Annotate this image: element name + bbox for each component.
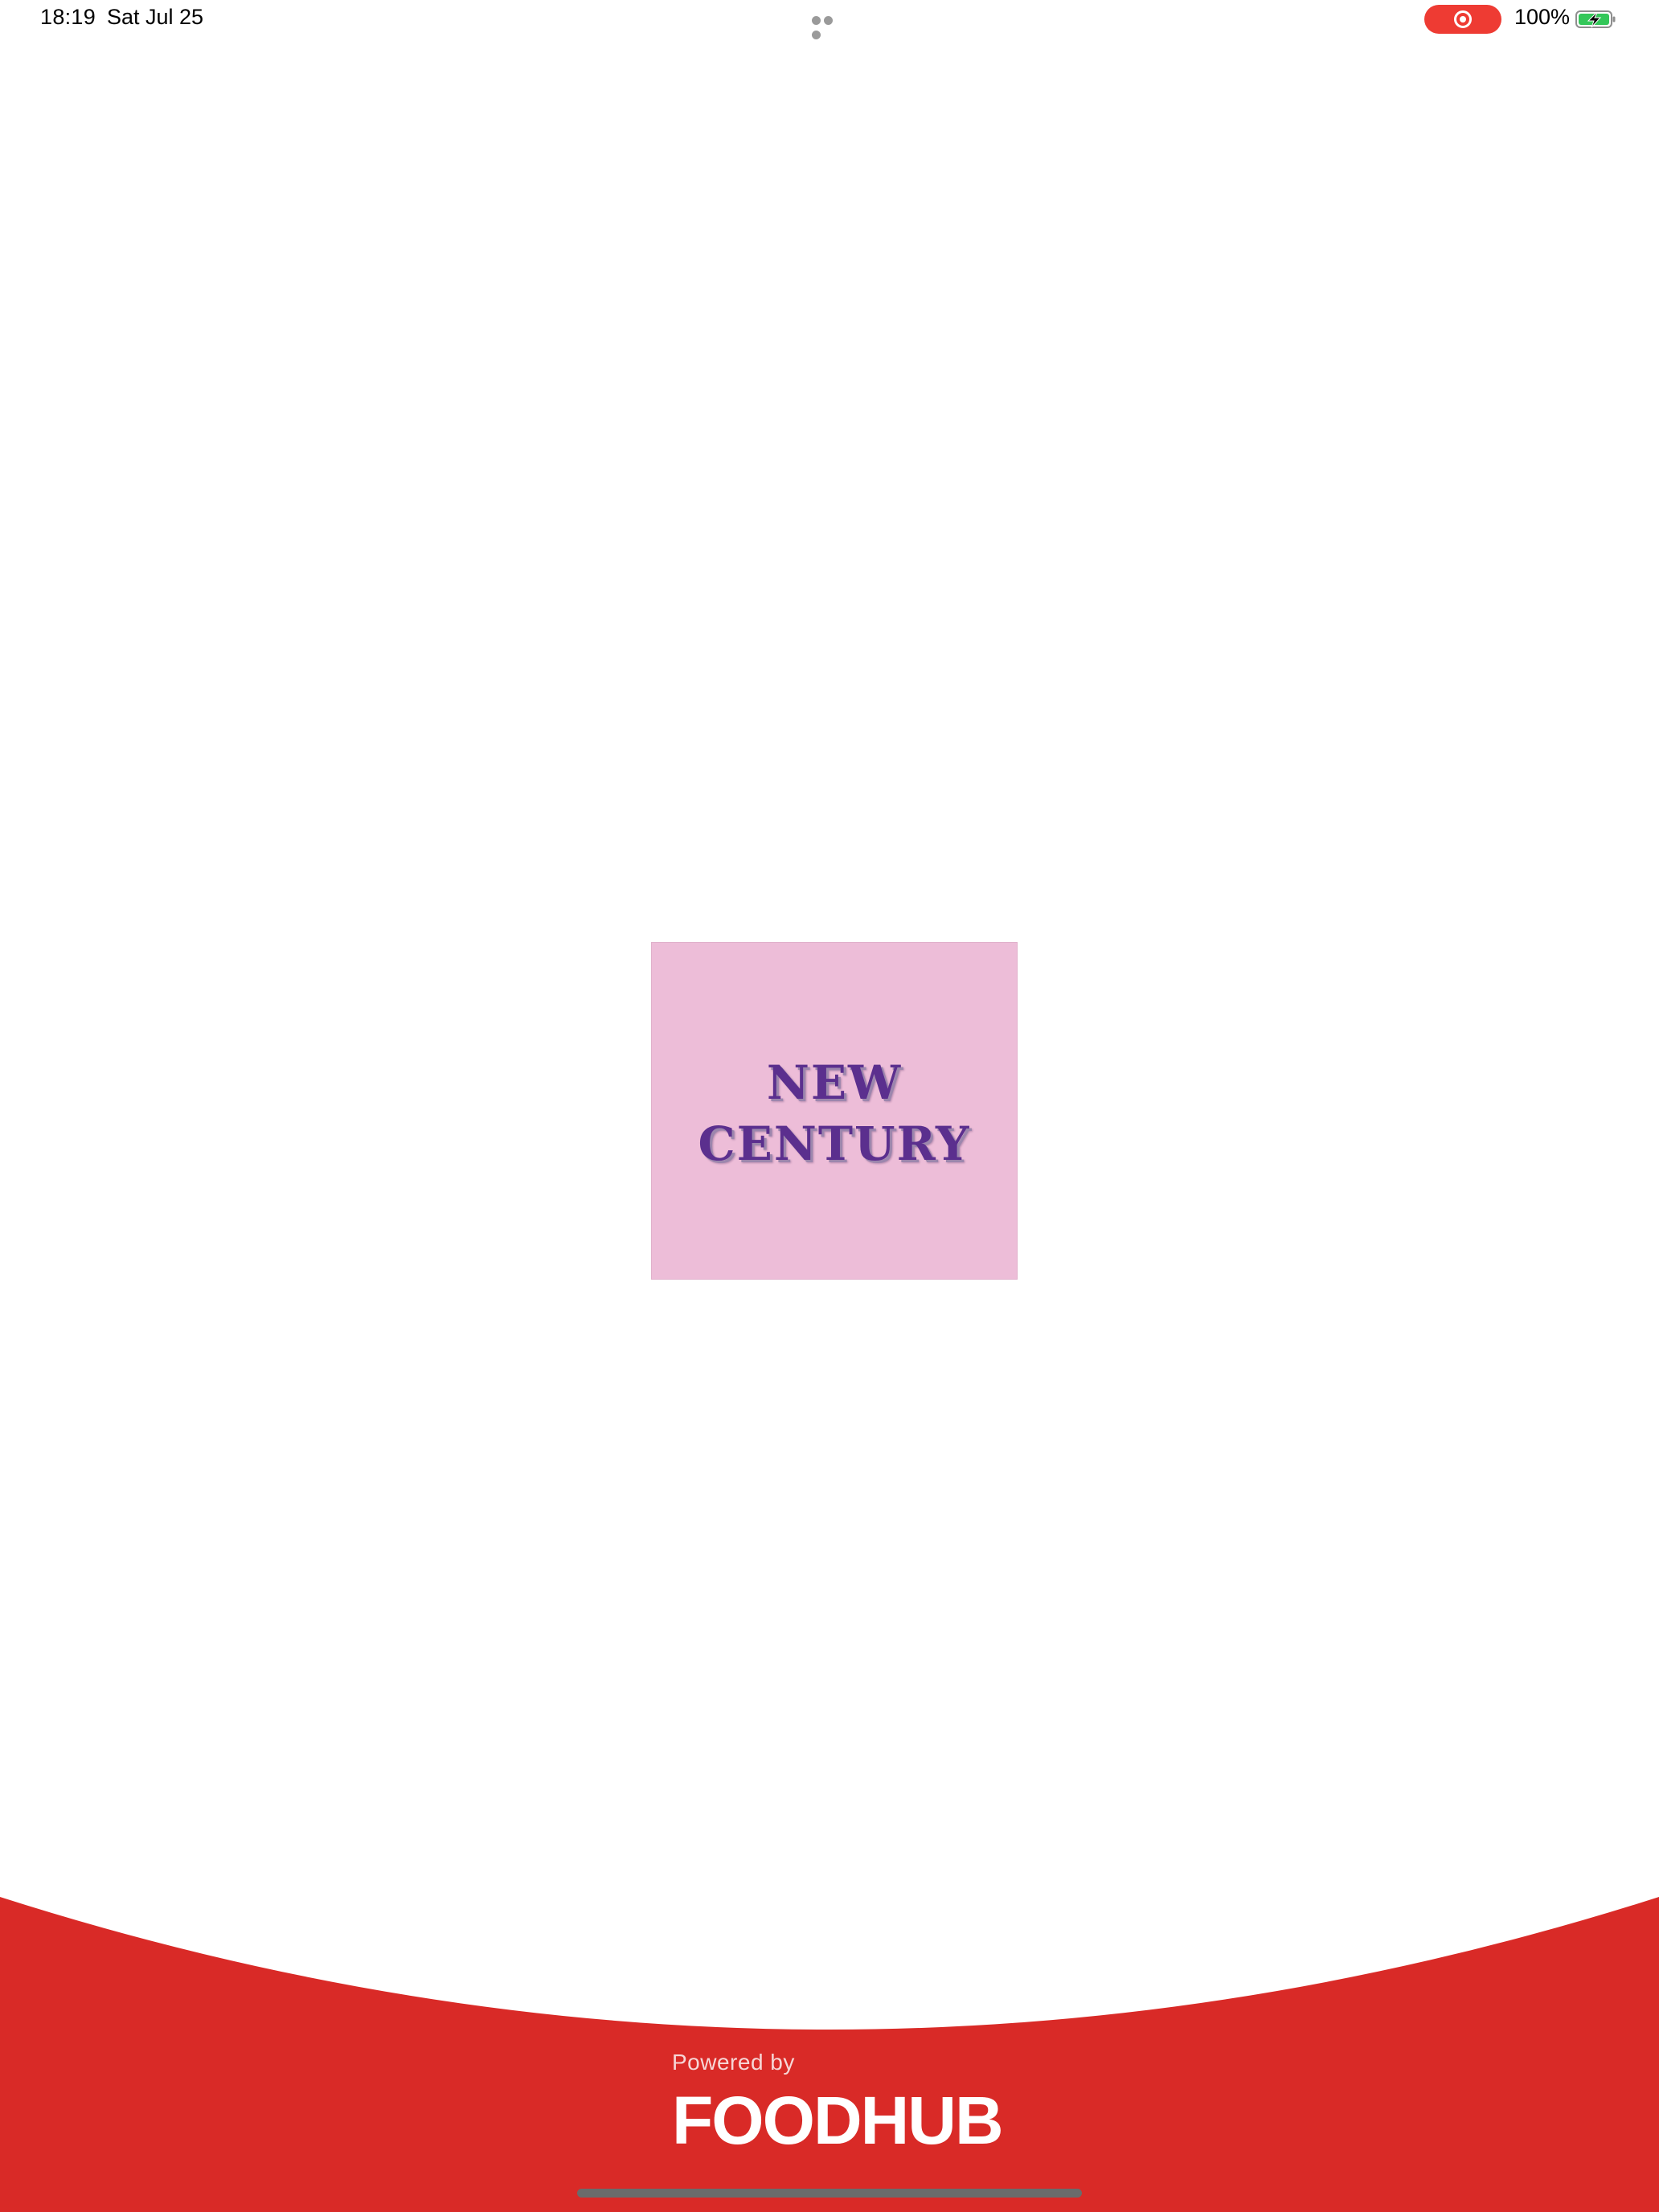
splash-screen: 18:19 Sat Jul 25 100% NEW CENTURY Powere… (0, 0, 1659, 2212)
battery-percentage: 100% (1514, 5, 1571, 29)
home-indicator[interactable] (577, 2189, 1082, 2198)
status-bar: 18:19 Sat Jul 25 100% (0, 0, 1659, 39)
foodhub-wordmark: FOODHUB (672, 2083, 1004, 2158)
logo-text-line-1: NEW (766, 1055, 903, 1110)
screen-recording-indicator[interactable] (1424, 5, 1501, 34)
restaurant-logo: NEW CENTURY (651, 942, 1018, 1280)
multitasking-dots-icon[interactable] (812, 14, 847, 39)
status-time: 18:19 (40, 5, 96, 29)
record-icon (1454, 10, 1472, 28)
trademark-symbol: ™ (976, 2096, 984, 2105)
battery-charging-icon (1575, 10, 1616, 28)
powered-by-label: Powered by (672, 2050, 795, 2075)
status-date: Sat Jul 25 (107, 5, 204, 29)
logo-text-line-2: CENTURY (698, 1116, 971, 1171)
footer-brand-band (0, 1897, 1659, 2212)
